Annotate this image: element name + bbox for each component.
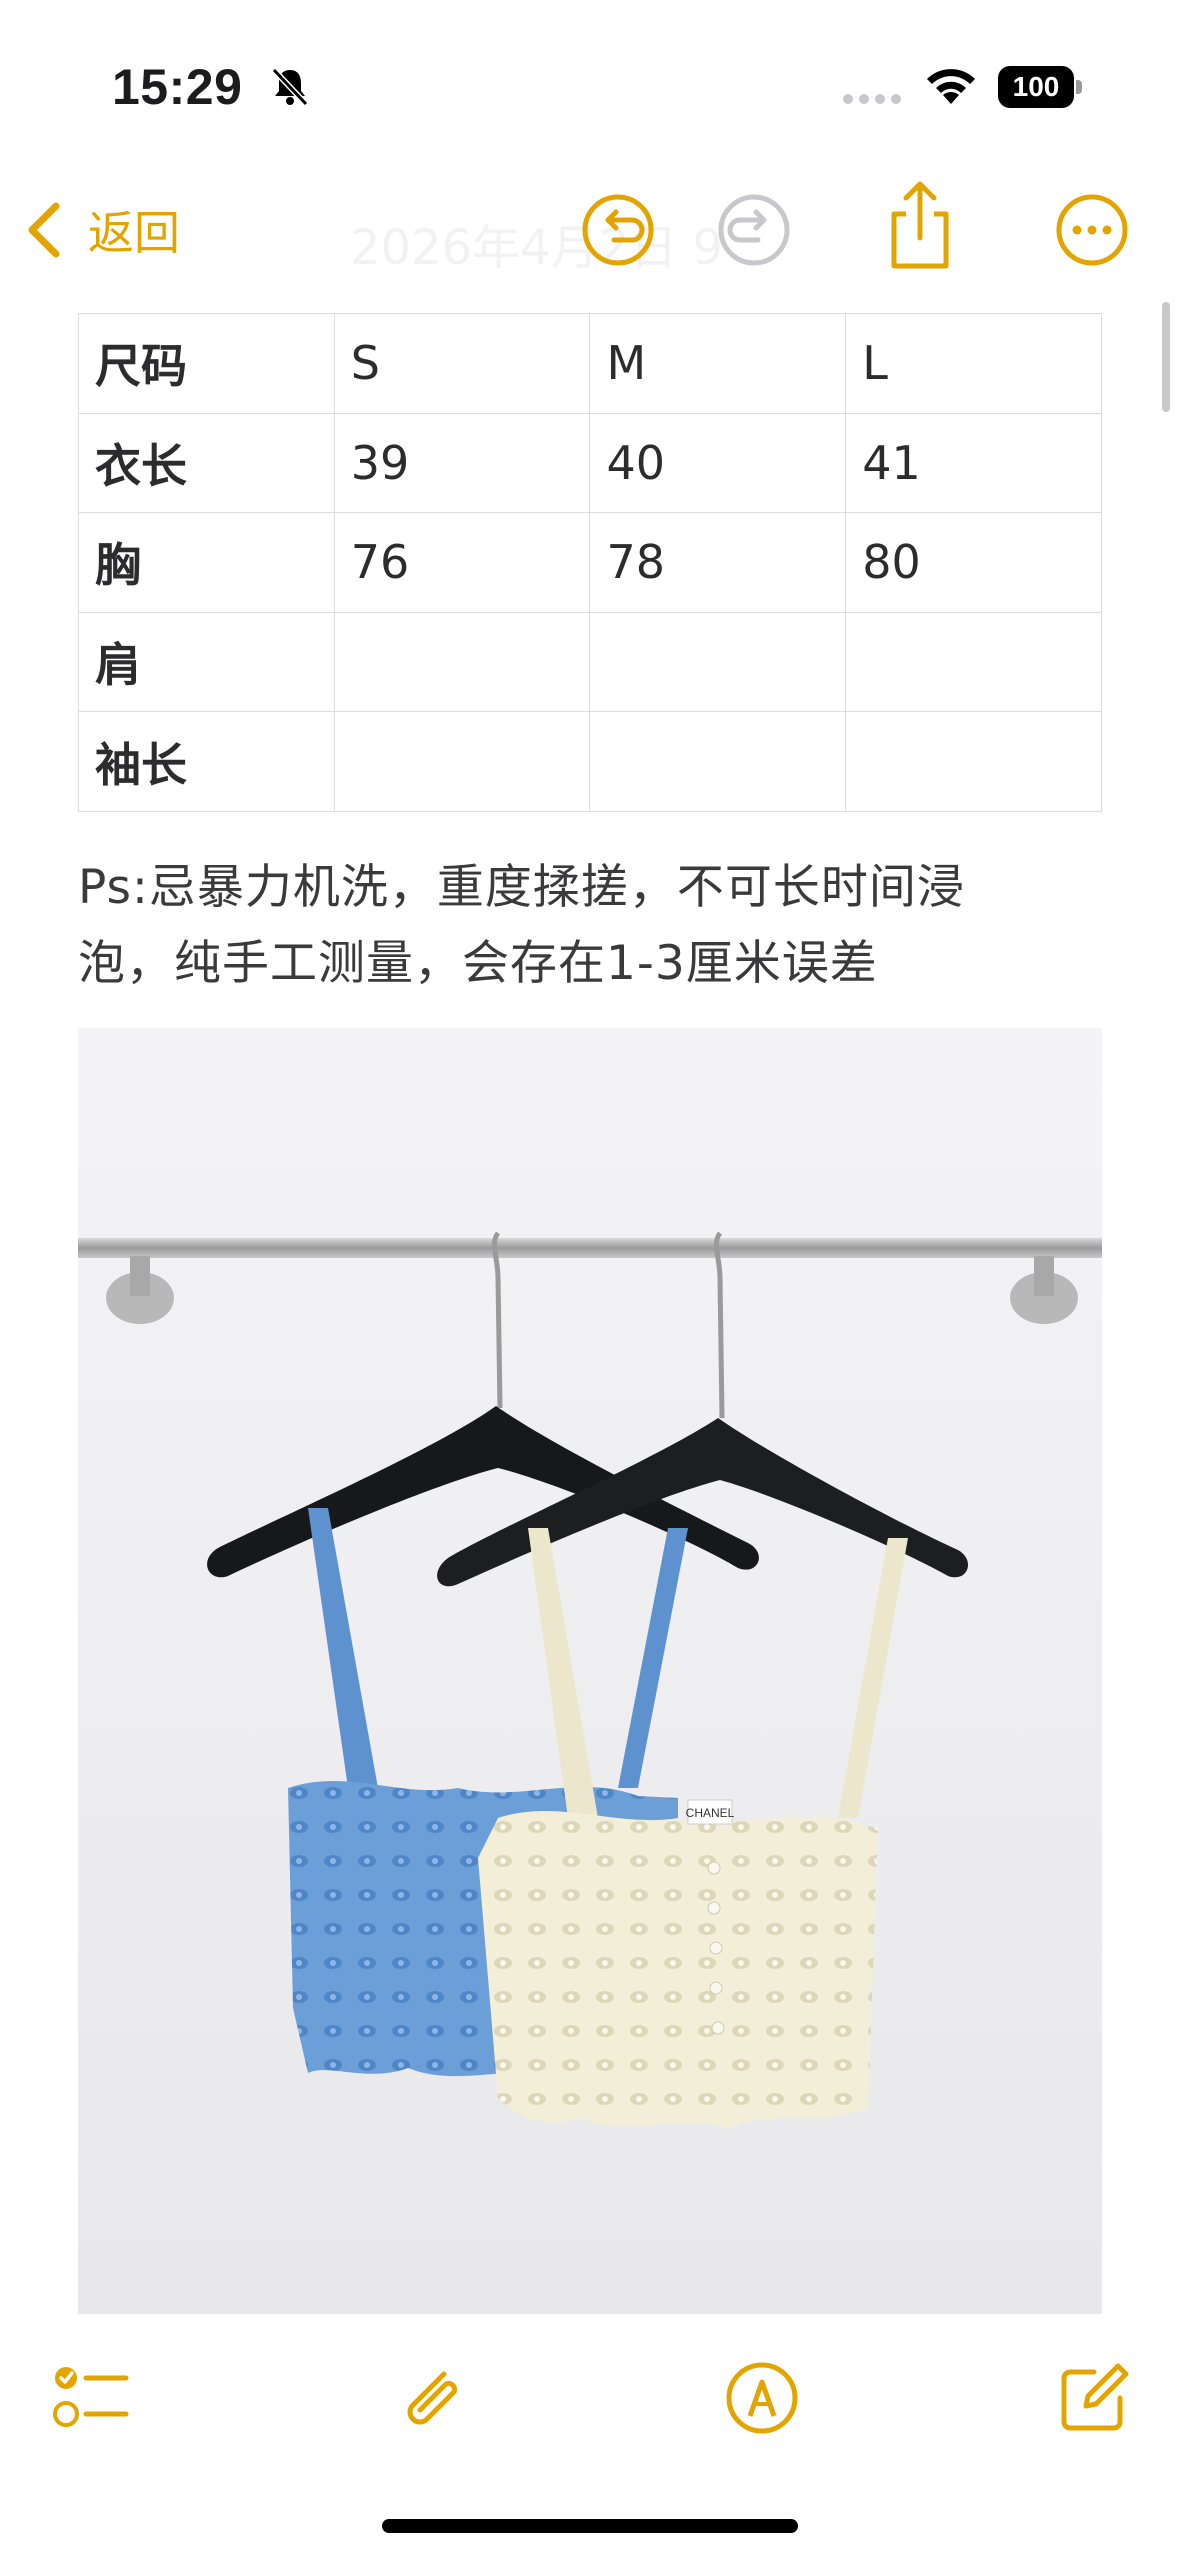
- table-cell: [333, 611, 591, 713]
- cellular-dots-icon: [843, 94, 901, 104]
- table-row: 袖长: [78, 711, 1102, 812]
- clothes-rail: [78, 1238, 1102, 1258]
- note-line: 泡，纯手工测量，会存在1-3厘米误差: [78, 936, 878, 991]
- table-cell: 78: [589, 512, 847, 613]
- table-cell: S: [333, 313, 591, 414]
- table-cell: 尺码: [78, 313, 335, 414]
- bottom-toolbar: [0, 2340, 1179, 2460]
- garment-label: CHANEL: [686, 1806, 735, 1820]
- size-table: 尺码 S M L 衣长 39 40 41 胸 76 78 80 肩 袖长: [78, 313, 1102, 812]
- nav-bar: 返回 2026年4月2日 9: [0, 170, 1179, 290]
- bell-slash-icon: [271, 67, 309, 107]
- checklist-icon[interactable]: [52, 2358, 132, 2438]
- back-button[interactable]: 返回: [24, 192, 180, 268]
- table-row: 尺码 S M L: [78, 313, 1102, 414]
- undo-icon[interactable]: [578, 190, 658, 270]
- table-cell: [589, 711, 847, 812]
- table-cell: 胸: [78, 512, 335, 613]
- note-text[interactable]: Ps:忌暴力机洗，重度揉搓，不可长时间浸 泡，纯手工测量，会存在1-3厘米误差: [78, 850, 1102, 1002]
- battery-icon: 100: [998, 66, 1082, 110]
- table-cell: [333, 711, 591, 812]
- table-cell: 袖长: [78, 711, 335, 812]
- table-cell: [845, 711, 1102, 812]
- table-cell: [589, 611, 847, 713]
- battery-level: 100: [998, 66, 1074, 108]
- table-row: 胸 76 78 80: [78, 512, 1102, 613]
- table-row: 衣长 39 40 41: [78, 412, 1102, 514]
- photo-illustration: CHANEL: [78, 1028, 1102, 2314]
- status-bar: 15:29 100: [0, 0, 1179, 170]
- table-cell: 41: [845, 412, 1102, 514]
- table-cell: 39: [333, 412, 591, 514]
- faded-title: 2026年4月2日 9: [350, 220, 724, 276]
- compose-icon[interactable]: [1054, 2358, 1134, 2438]
- home-indicator[interactable]: [382, 2519, 798, 2533]
- redo-icon[interactable]: [714, 190, 794, 270]
- table-cell: 肩: [78, 611, 335, 713]
- scroll-indicator[interactable]: [1162, 302, 1170, 412]
- status-time: 15:29: [112, 59, 243, 115]
- table-cell: [845, 611, 1102, 713]
- share-icon[interactable]: [880, 178, 960, 274]
- more-icon[interactable]: [1052, 190, 1132, 270]
- note-line: Ps:忌暴力机洗，重度揉搓，不可长时间浸: [78, 860, 965, 915]
- table-cell: L: [845, 313, 1102, 414]
- back-label: 返回: [88, 206, 180, 260]
- cream-crochet-top: [478, 1810, 878, 2128]
- table-row: 肩: [78, 611, 1102, 713]
- table-cell: 40: [589, 412, 847, 514]
- chevron-left-icon: [28, 202, 60, 258]
- markup-icon[interactable]: [722, 2358, 802, 2438]
- paperclip-icon[interactable]: [392, 2358, 472, 2438]
- table-cell: 衣长: [78, 412, 335, 514]
- wifi-icon: [927, 69, 975, 104]
- product-photo[interactable]: CHANEL: [78, 1028, 1102, 2314]
- table-cell: 76: [333, 512, 591, 613]
- table-cell: 80: [845, 512, 1102, 613]
- table-cell: M: [589, 313, 847, 414]
